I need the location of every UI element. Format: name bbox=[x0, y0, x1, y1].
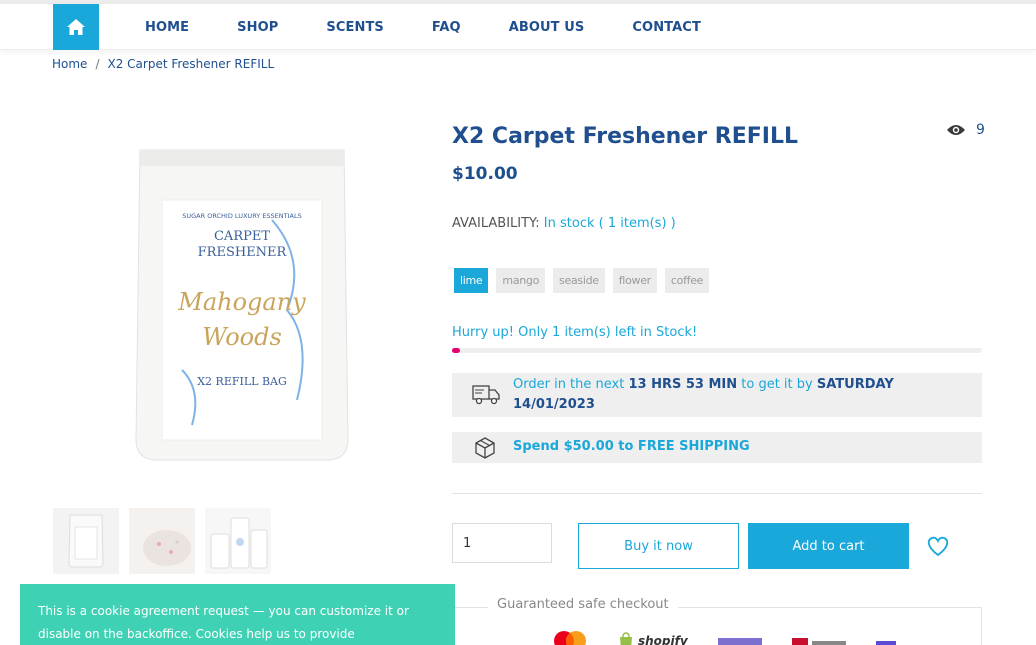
nav-scents[interactable]: SCENTS bbox=[326, 20, 384, 35]
delivery-prefix: Order in the next bbox=[513, 377, 629, 392]
quantity-input[interactable] bbox=[452, 523, 552, 563]
bag-name-line-2: FRESHENER bbox=[198, 245, 288, 260]
breadcrumb-current: X2 Carpet Freshener REFILL bbox=[107, 57, 275, 71]
norton-seal-icon bbox=[717, 638, 762, 645]
shopify-logo: shopify bbox=[618, 632, 688, 645]
payment-logos: shopify bbox=[552, 630, 896, 645]
delivery-middle: to get it by bbox=[737, 377, 817, 392]
mcafee-seal-icon bbox=[791, 638, 846, 645]
delivery-estimate: Order in the next 13 HRS 53 MIN to get i… bbox=[452, 373, 982, 417]
delivery-text: Order in the next 13 HRS 53 MIN to get i… bbox=[513, 375, 933, 415]
safe-checkout-title: Guaranteed safe checkout bbox=[488, 597, 678, 612]
thumbnail-bag-image bbox=[68, 514, 104, 568]
refill-bag-image: SUGAR ORCHID LUXURY ESSENTIALS CARPET FR… bbox=[135, 149, 349, 461]
free-shipping-text: Spend $50.00 to FREE SHIPPING bbox=[513, 439, 750, 454]
bag-scent-line-1: Mahogany bbox=[177, 288, 306, 316]
bag-brand-text: SUGAR ORCHID LUXURY ESSENTIALS bbox=[182, 212, 302, 220]
eye-icon bbox=[947, 125, 965, 135]
section-divider bbox=[452, 493, 982, 494]
cookie-consent-banner: This is a cookie agreement request — you… bbox=[20, 584, 455, 645]
home-button[interactable] bbox=[53, 4, 99, 50]
free-shipping-banner: Spend $50.00 to FREE SHIPPING bbox=[452, 432, 982, 463]
nav-home[interactable]: HOME bbox=[145, 20, 189, 35]
thumbnail-3[interactable] bbox=[205, 508, 271, 574]
main-navigation: HOME SHOP SCENTS FAQ ABOUT US CONTACT bbox=[0, 4, 1036, 50]
heart-icon[interactable] bbox=[925, 534, 951, 558]
nav-faq[interactable]: FAQ bbox=[432, 20, 461, 35]
payment-badge-icon bbox=[875, 641, 896, 645]
nav-shop[interactable]: SHOP bbox=[237, 20, 278, 35]
package-box-icon bbox=[475, 437, 495, 459]
scent-option-lime[interactable]: lime bbox=[454, 268, 489, 293]
scent-option-coffee[interactable]: coffee bbox=[664, 268, 710, 293]
nav-contact[interactable]: CONTACT bbox=[632, 20, 701, 35]
view-count: 9 bbox=[976, 122, 985, 138]
shopify-wordmark: shopify bbox=[638, 634, 688, 645]
scent-option-mango[interactable]: mango bbox=[496, 268, 546, 293]
delivery-countdown: 13 HRS 53 MIN bbox=[628, 377, 738, 392]
breadcrumb: Home / X2 Carpet Freshener REFILL bbox=[52, 57, 274, 71]
thumbnail-1[interactable] bbox=[53, 508, 119, 574]
availability-value: In stock ( 1 item(s) ) bbox=[543, 216, 676, 231]
thumbnail-2[interactable] bbox=[129, 508, 195, 574]
cookie-text: This is a cookie agreement request — you… bbox=[38, 604, 409, 641]
stock-progress-bar bbox=[452, 348, 982, 353]
product-title: X2 Carpet Freshener REFILL bbox=[452, 124, 798, 149]
mastercard-icon bbox=[554, 631, 586, 645]
product-main-image[interactable]: SUGAR ORCHID LUXURY ESSENTIALS CARPET FR… bbox=[62, 120, 422, 490]
product-thumbnails bbox=[53, 508, 271, 574]
availability: AVAILABILITY: In stock ( 1 item(s) ) bbox=[452, 216, 676, 231]
nav-about-us[interactable]: ABOUT US bbox=[509, 20, 585, 35]
buy-now-button[interactable]: Buy it now bbox=[578, 523, 739, 569]
availability-label: AVAILABILITY: bbox=[452, 216, 540, 231]
view-counter: 9 bbox=[946, 122, 985, 138]
bag-scent-line-2: Woods bbox=[202, 323, 282, 351]
breadcrumb-separator: / bbox=[95, 57, 100, 71]
stock-progress-fill bbox=[452, 348, 460, 353]
thumbnail-granules-image bbox=[129, 508, 195, 574]
low-stock-message: Hurry up! Only 1 item(s) left in Stock! bbox=[452, 325, 698, 340]
shopify-bag-icon bbox=[620, 632, 632, 645]
thumbnail-products-image bbox=[205, 508, 271, 574]
bag-name-line-1: CARPET bbox=[214, 229, 270, 244]
scent-selector: lime mango seaside flower coffee bbox=[454, 268, 710, 293]
delivery-truck-icon bbox=[472, 385, 500, 405]
product-price: $10.00 bbox=[452, 164, 518, 184]
house-icon bbox=[67, 19, 85, 35]
scent-option-seaside[interactable]: seaside bbox=[553, 268, 605, 293]
add-to-cart-button[interactable]: Add to cart bbox=[748, 523, 909, 569]
bag-refill-text: X2 REFILL BAG bbox=[197, 375, 287, 388]
scent-option-flower[interactable]: flower bbox=[612, 268, 657, 293]
breadcrumb-home-link[interactable]: Home bbox=[52, 57, 87, 71]
